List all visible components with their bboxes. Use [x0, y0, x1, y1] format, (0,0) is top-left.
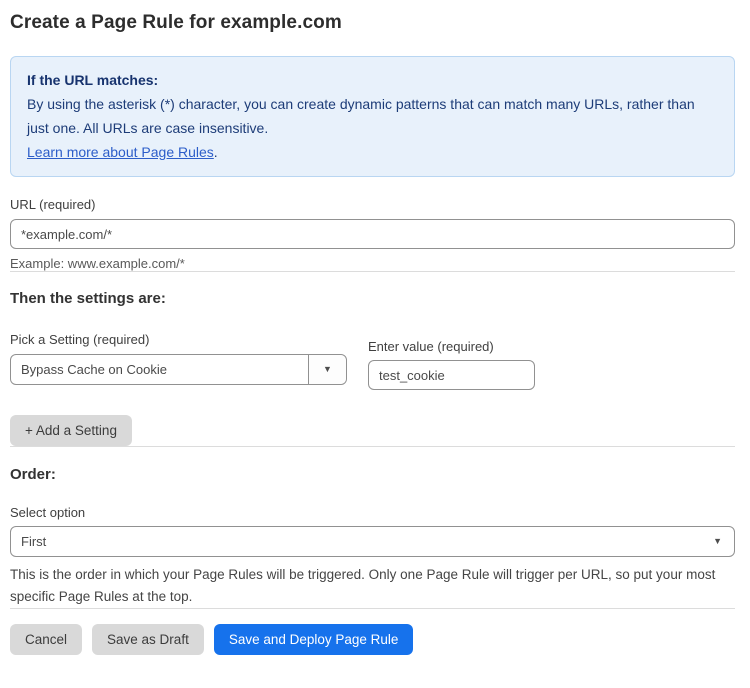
order-select-group: Select option First ▼ This is the order … [10, 505, 735, 608]
order-arrow-wrap: ▼ [713, 537, 734, 546]
order-helper-text: This is the order in which your Page Rul… [10, 564, 730, 608]
divider [10, 446, 735, 447]
url-field-group: URL (required) Example: www.example.com/… [10, 197, 735, 271]
url-helper-text: Example: www.example.com/* [10, 256, 735, 271]
learn-more-link[interactable]: Learn more about Page Rules [27, 144, 214, 160]
save-as-draft-button[interactable]: Save as Draft [92, 624, 204, 655]
setting-value-label: Enter value (required) [368, 339, 535, 354]
order-select-value: First [11, 534, 713, 549]
settings-row: Pick a Setting (required) Bypass Cache o… [10, 332, 735, 390]
cancel-button[interactable]: Cancel [10, 624, 82, 655]
order-select-dropdown[interactable]: First ▼ [10, 526, 735, 557]
divider [10, 608, 735, 609]
chevron-down-icon: ▼ [713, 537, 722, 546]
order-select-label: Select option [10, 505, 735, 520]
info-box-heading: If the URL matches: [27, 68, 718, 92]
url-input[interactable] [10, 219, 735, 249]
setting-value-group: Enter value (required) [368, 339, 535, 390]
settings-section-heading: Then the settings are: [10, 290, 735, 307]
info-box-body: By using the asterisk (*) character, you… [27, 92, 718, 140]
setting-picker-value: Bypass Cache on Cookie [11, 362, 308, 377]
order-section-heading: Order: [10, 466, 735, 483]
url-field-label: URL (required) [10, 197, 735, 212]
dropdown-arrow-button[interactable]: ▼ [308, 355, 346, 384]
setting-picker-dropdown[interactable]: Bypass Cache on Cookie ▼ [10, 354, 347, 385]
info-box-link-line: Learn more about Page Rules. [27, 140, 718, 164]
url-matches-info-box: If the URL matches: By using the asteris… [10, 56, 735, 177]
page-title: Create a Page Rule for example.com [10, 12, 735, 34]
footer-buttons: Cancel Save as Draft Save and Deploy Pag… [10, 624, 735, 655]
save-and-deploy-button[interactable]: Save and Deploy Page Rule [214, 624, 414, 655]
add-setting-button[interactable]: + Add a Setting [10, 415, 132, 446]
divider [10, 271, 735, 272]
setting-picker-label: Pick a Setting (required) [10, 332, 347, 347]
chevron-down-icon: ▼ [323, 365, 332, 374]
link-suffix: . [214, 144, 218, 160]
setting-value-input[interactable] [368, 360, 535, 390]
setting-picker-group: Pick a Setting (required) Bypass Cache o… [10, 332, 347, 390]
create-page-rule-form: Create a Page Rule for example.com If th… [0, 0, 750, 655]
